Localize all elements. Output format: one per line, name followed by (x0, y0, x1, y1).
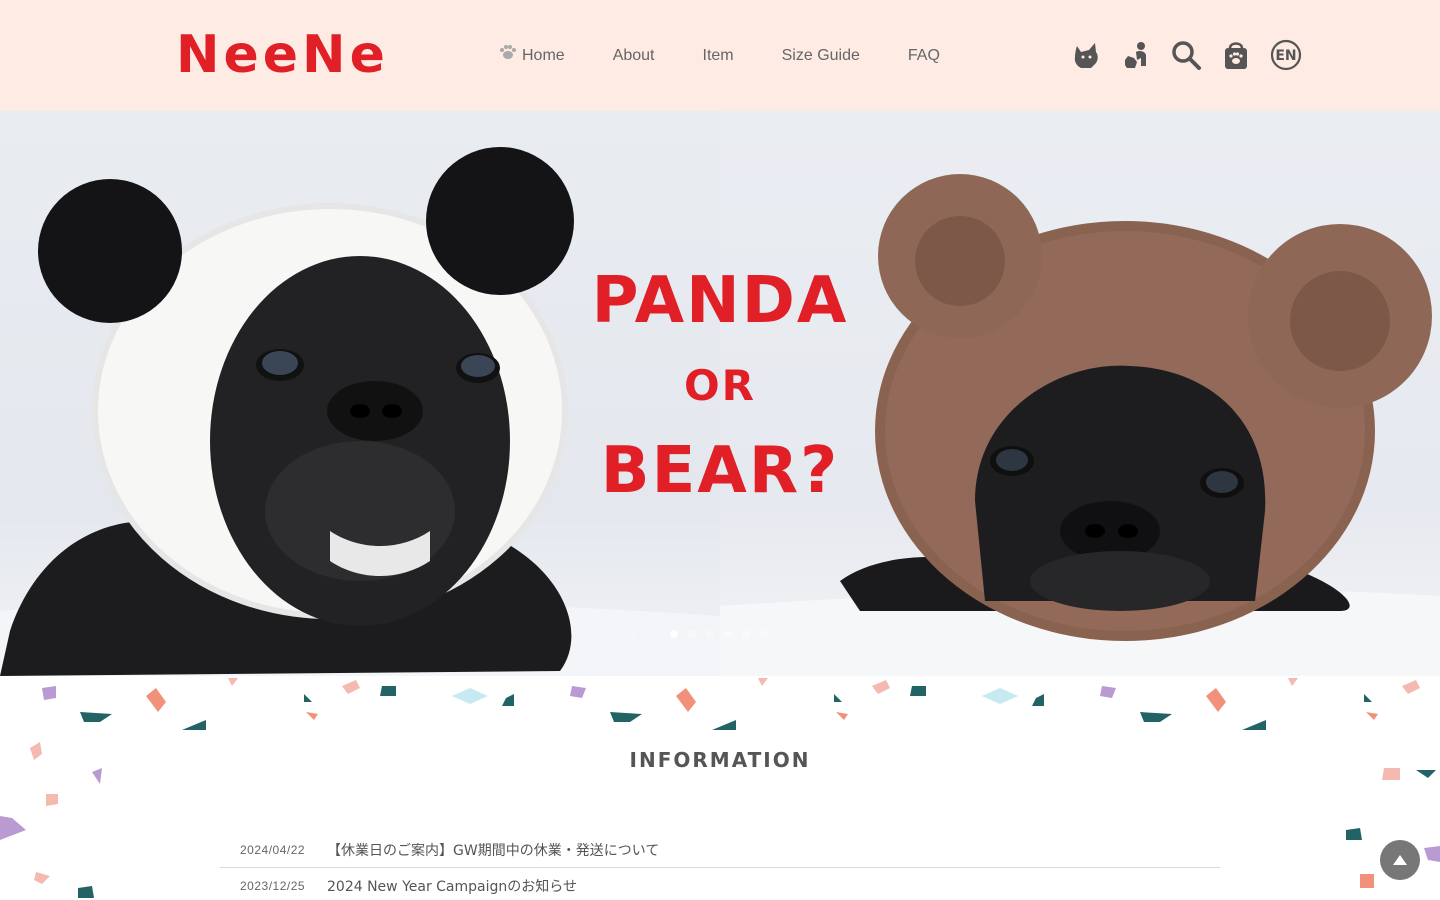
hero-line-or: OR (683, 361, 757, 410)
language-en-icon[interactable]: EN (1268, 36, 1304, 74)
news-item[interactable]: 2024/04/22 【休業日のご案内】GW期間中の休業・発送について (220, 832, 1220, 868)
main-nav: Home About Item Size Guide FAQ (498, 44, 988, 68)
nav-home-label: Home (522, 47, 565, 64)
hero-line-panda: PANDA (591, 264, 849, 338)
paw-icon (500, 45, 516, 59)
news-item[interactable]: 2023/12/25 2024 New Year Campaignのお知らせ (220, 868, 1220, 900)
hero-headline: PANDA OR BEAR? (560, 261, 880, 511)
nav-item[interactable]: Item (703, 44, 734, 68)
slider-dot-6[interactable] (760, 630, 768, 638)
news-title[interactable]: 【休業日のご案内】GW期間中の休業・発送について (327, 840, 659, 860)
news-title[interactable]: 2024 New Year Campaignのお知らせ (327, 876, 577, 896)
site-header: NeeNe Home About Item Size Guide FAQ EN (0, 0, 1440, 111)
slider-prev-arrow[interactable]: ‹ (630, 623, 635, 639)
chevron-up-icon (1393, 855, 1407, 865)
hero-slider[interactable]: PANDA OR BEAR? ‹ › (0, 111, 1440, 676)
slider-dot-1[interactable] (670, 630, 678, 638)
site-logo[interactable]: NeeNe (176, 24, 389, 86)
slider-dot-4[interactable] (724, 630, 732, 638)
scroll-to-top-button[interactable] (1380, 840, 1420, 880)
nav-size-guide[interactable]: Size Guide (782, 44, 860, 68)
search-icon[interactable] (1168, 36, 1204, 74)
nav-home[interactable]: Home (498, 44, 565, 68)
nav-about[interactable]: About (613, 44, 655, 68)
slider-dot-2[interactable] (688, 630, 696, 638)
header-icon-group: EN (1068, 36, 1318, 74)
bear-dog (840, 174, 1432, 641)
slider-dots (670, 630, 778, 638)
french-bulldog-icon[interactable] (1068, 36, 1104, 74)
nav-faq[interactable]: FAQ (908, 44, 940, 68)
news-date: 2024/04/22 (240, 842, 306, 857)
confetti-strip (42, 678, 1420, 730)
news-date: 2023/12/25 (240, 879, 306, 893)
information-title: INFORMATION (629, 748, 811, 772)
panda-dog (0, 147, 574, 676)
dog-owner-icon[interactable] (1118, 36, 1154, 74)
hero-line-bear: BEAR? (600, 434, 840, 508)
shopping-bag-icon[interactable] (1218, 36, 1254, 74)
language-badge: EN (1275, 48, 1296, 64)
slider-dot-3[interactable] (706, 630, 714, 638)
slider-dot-5[interactable] (742, 630, 750, 638)
news-list: 2024/04/22 【休業日のご案内】GW期間中の休業・発送について 2023… (220, 832, 1220, 900)
slider-next-arrow[interactable]: › (800, 623, 805, 639)
